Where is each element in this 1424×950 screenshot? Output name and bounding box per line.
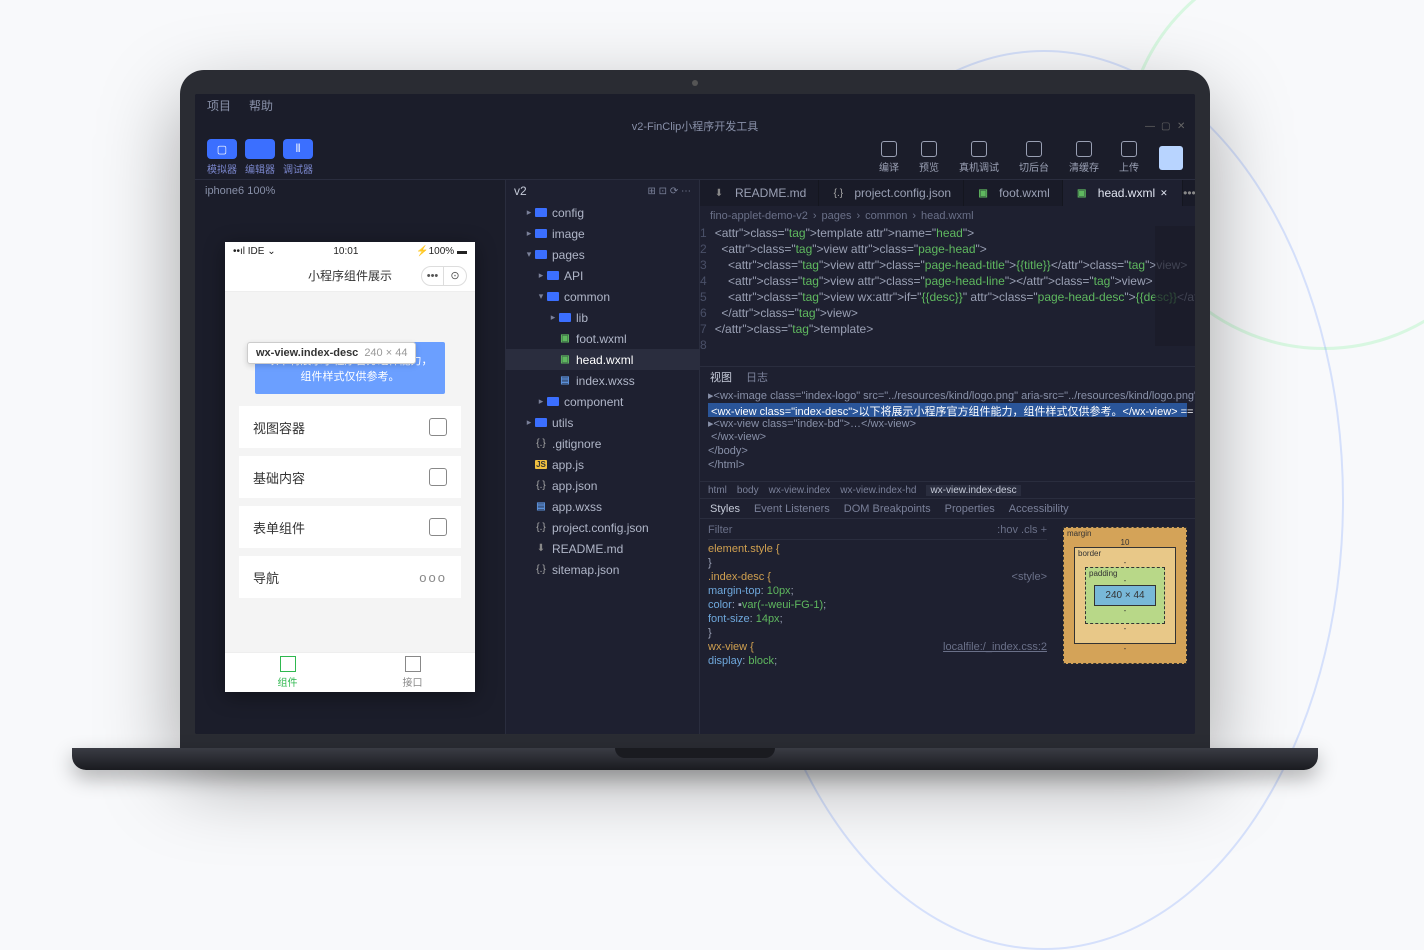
editor-tabs: ⬇README.md{.}project.config.json▣foot.wx… <box>700 180 1195 206</box>
tree-item[interactable]: {.}app.json <box>506 475 699 496</box>
window-title: v2-FinClip小程序开发工具 <box>632 118 759 134</box>
tree-item[interactable]: ▣head.wxml <box>506 349 699 370</box>
tree-item[interactable]: ▤index.wxss <box>506 370 699 391</box>
simulator-panel: iphone6 100% ••ıl IDE ⌄ 10:01 ⚡100% ▬ 小程… <box>195 180 505 734</box>
inspector-tab[interactable]: 视图 <box>710 369 732 385</box>
tree-item[interactable]: ▸lib <box>506 307 699 328</box>
editor-panel: ⬇README.md{.}project.config.json▣foot.wx… <box>700 180 1195 734</box>
file-explorer: v2 ⊞ ⊡ ⟳ ⋯ ▸config ▸image ▾pages ▸API ▾c… <box>505 180 700 734</box>
css-rules[interactable]: Filter :hov .cls + element.style { } .in… <box>700 519 1055 734</box>
minimap[interactable] <box>1155 226 1195 346</box>
list-row[interactable]: 表单组件 <box>239 506 461 548</box>
list-row[interactable]: 导航ooo <box>239 556 461 598</box>
titlebar: v2-FinClip小程序开发工具 —▢✕ <box>195 116 1195 136</box>
list-row[interactable]: 基础内容 <box>239 456 461 498</box>
avatar[interactable] <box>1159 146 1183 170</box>
filter-tools[interactable]: :hov .cls + <box>997 523 1047 537</box>
menu-help[interactable]: 帮助 <box>249 97 273 114</box>
tab-api[interactable]: 接口 <box>350 653 475 692</box>
tree-item[interactable]: ▣foot.wxml <box>506 328 699 349</box>
editor-tab[interactable]: ▣foot.wxml <box>964 180 1063 206</box>
toolbar-action-清缓存[interactable]: 清缓存 <box>1069 141 1099 174</box>
code-editor[interactable]: 12345678 <attr">class="tag">template att… <box>700 226 1195 366</box>
filter-input[interactable]: Filter <box>708 523 732 537</box>
styles-tabs: Styles Event Listeners DOM Breakpoints Prop… <box>700 499 1195 519</box>
phone-navbar: 小程序组件展示 •••⊙ <box>225 260 475 292</box>
toolbar: ▢模拟器编辑器 ⫴调试器 编译预览真机调试切后台清缓存上传 <box>195 136 1195 180</box>
toolbar-action-编译[interactable]: 编译 <box>879 141 899 174</box>
phone-simulator: ••ıl IDE ⌄ 10:01 ⚡100% ▬ 小程序组件展示 •••⊙ wx… <box>225 242 475 692</box>
toolbar-action-切后台[interactable]: 切后台 <box>1019 141 1049 174</box>
menubar: 项目 帮助 <box>195 94 1195 116</box>
tree-item[interactable]: ▸utils <box>506 412 699 433</box>
tree-item[interactable]: {.}sitemap.json <box>506 559 699 580</box>
box-model: margin 10 border - padding - 240 × 44 - <box>1055 519 1195 734</box>
toolbar-btn-调试器[interactable]: ⫴调试器 <box>283 139 313 176</box>
ide-window: 项目 帮助 v2-FinClip小程序开发工具 —▢✕ ▢模拟器编辑器 ⫴调试器 … <box>195 94 1195 734</box>
tree-item[interactable]: {.}.gitignore <box>506 433 699 454</box>
tree-item[interactable]: ▤app.wxss <box>506 496 699 517</box>
window-controls[interactable]: —▢✕ <box>1145 121 1187 131</box>
editor-tab[interactable]: ▣head.wxml✕ <box>1063 180 1183 206</box>
simulator-device-label[interactable]: iphone6 100% <box>195 180 505 202</box>
tree-item[interactable]: JSapp.js <box>506 454 699 475</box>
app-title: 小程序组件展示 <box>308 267 392 284</box>
toolbar-action-预览[interactable]: 预览 <box>919 141 939 174</box>
devtools-panel: 视图日志 ▸<wx-image class="index-logo" src="… <box>700 366 1195 734</box>
tree-item[interactable]: ▸config <box>506 202 699 223</box>
inspector-tab[interactable]: 日志 <box>746 369 768 385</box>
project-name: v2 <box>514 184 527 198</box>
editor-tab[interactable]: {.}project.config.json <box>819 180 964 206</box>
breadcrumb: fino-applet-demo-v2 › pages › common › h… <box>700 206 1195 226</box>
tab-components[interactable]: 组件 <box>225 653 350 692</box>
dom-breadcrumb: htmlbodywx-view.indexwx-view.index-hdwx-… <box>700 481 1195 499</box>
styles-subtab[interactable]: DOM Breakpoints <box>844 503 931 515</box>
inspect-tooltip: wx-view.index-desc240 × 44 <box>247 342 416 364</box>
toolbar-action-上传[interactable]: 上传 <box>1119 141 1139 174</box>
phone-tabbar: 组件 接口 <box>225 652 475 692</box>
toolbar-btn-模拟器[interactable]: ▢模拟器 <box>207 139 237 176</box>
explorer-actions[interactable]: ⊞ ⊡ ⟳ ⋯ <box>648 186 691 197</box>
styles-subtab[interactable]: Styles <box>710 503 740 515</box>
tab-overflow[interactable]: ••• <box>1183 180 1195 206</box>
editor-tab[interactable]: ⬇README.md <box>700 180 819 206</box>
tree-item[interactable]: ▾common <box>506 286 699 307</box>
tree-item[interactable]: ▸image <box>506 223 699 244</box>
menu-project[interactable]: 项目 <box>207 97 231 114</box>
styles-subtab[interactable]: Event Listeners <box>754 503 830 515</box>
toolbar-btn-编辑器[interactable]: 编辑器 <box>245 139 275 176</box>
list-row[interactable]: 视图容器 <box>239 406 461 448</box>
laptop-frame: 项目 帮助 v2-FinClip小程序开发工具 —▢✕ ▢模拟器编辑器 ⫴调试器 … <box>180 70 1210 770</box>
dom-tree[interactable]: ▸<wx-image class="index-logo" src="../re… <box>700 387 1195 481</box>
styles-subtab[interactable]: Accessibility <box>1009 503 1069 515</box>
tree-item[interactable]: ▸component <box>506 391 699 412</box>
tree-item[interactable]: ⬇README.md <box>506 538 699 559</box>
styles-subtab[interactable]: Properties <box>945 503 995 515</box>
toolbar-action-真机调试[interactable]: 真机调试 <box>959 141 999 174</box>
tree-item[interactable]: ▸API <box>506 265 699 286</box>
phone-statusbar: ••ıl IDE ⌄ 10:01 ⚡100% ▬ <box>225 242 475 260</box>
tree-item[interactable]: {.}project.config.json <box>506 517 699 538</box>
capsule[interactable]: •••⊙ <box>421 266 467 286</box>
camera-dot <box>692 80 698 86</box>
tree-item[interactable]: ▾pages <box>506 244 699 265</box>
